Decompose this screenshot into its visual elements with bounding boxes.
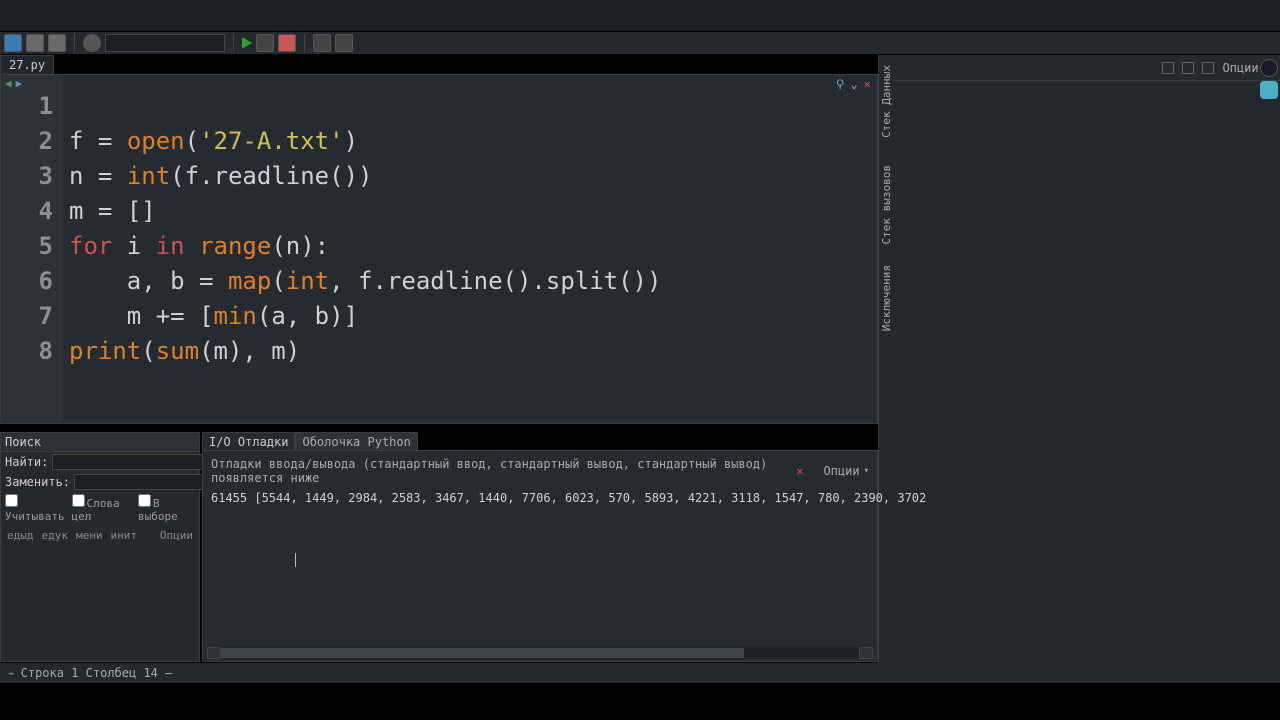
open-icon[interactable]	[4, 34, 22, 52]
tab-exceptions[interactable]: Исключения	[880, 265, 893, 331]
tab-call-stack[interactable]: Стек вызовов	[880, 165, 893, 244]
panel-icon[interactable]	[1182, 62, 1194, 74]
code-line: n = int(f.readline())	[69, 162, 372, 190]
nav-fwd-icon[interactable]: ▶	[16, 77, 23, 90]
chk-word[interactable]: Слова цел	[72, 494, 135, 523]
save-all-icon[interactable]	[48, 34, 66, 52]
status-bar: ⌁ Строка 1 Столбец 14 –	[0, 663, 1280, 683]
debug-io-panel: Отладки ввода/вывода (стандартный ввод, …	[202, 450, 878, 662]
pen-icon[interactable]	[1260, 59, 1278, 77]
options-button[interactable]: Опции	[1222, 61, 1258, 75]
search-prev-button[interactable]: едыд	[5, 528, 36, 543]
cursor-position: Строка 1 Столбец 14 –	[21, 666, 173, 680]
search-combo[interactable]	[105, 34, 225, 52]
line-gutter: 12345678	[1, 75, 63, 423]
letterbox-bottom	[0, 683, 1280, 720]
search-panel: Поиск Найти: Заменить: Учитывать Слова ц…	[0, 432, 200, 662]
panel-icon[interactable]	[1162, 62, 1174, 74]
debug-hscroll[interactable]	[207, 647, 873, 659]
main-toolbar	[0, 32, 1280, 54]
right-panel-body	[894, 81, 1280, 680]
init-button[interactable]: инит	[109, 528, 140, 543]
right-sidebar-tabs: Стек Данных Стек вызовов Исключения	[878, 55, 894, 680]
toolbar-separator	[233, 34, 234, 52]
scroll-left-icon[interactable]	[207, 647, 221, 659]
bug-icon[interactable]	[278, 34, 296, 52]
code-line: f = open('27-A.txt')	[69, 127, 358, 155]
bug-icon: ⌁	[8, 667, 15, 680]
replace-label: Заменить:	[5, 475, 70, 489]
toolbar-separator	[304, 34, 305, 52]
scroll-right-icon[interactable]	[859, 647, 873, 659]
debug-icon[interactable]	[256, 34, 274, 52]
code-line: m = []	[69, 197, 156, 225]
debug-header-text: Отладки ввода/вывода (стандартный ввод, …	[211, 457, 796, 485]
nav-back-icon[interactable]: ◀	[5, 77, 12, 90]
code-line: print(sum(m), m)	[69, 337, 300, 365]
tab-data-stack[interactable]: Стек Данных	[880, 65, 893, 138]
stop-icon[interactable]	[313, 34, 331, 52]
right-panel-header: Опции ▾	[894, 55, 1280, 81]
code-line: m += [min(a, b)]	[69, 302, 358, 330]
menubar	[0, 0, 1280, 32]
bottom-tab-bar: I/O Отладки Оболочка Python	[202, 432, 418, 452]
step-icon[interactable]	[335, 34, 353, 52]
tool-icon[interactable]	[1260, 81, 1278, 99]
find-label: Найти:	[5, 455, 48, 469]
save-icon[interactable]	[26, 34, 44, 52]
run-icon[interactable]	[242, 37, 252, 49]
chevron-down-icon[interactable]: ▾	[864, 466, 869, 476]
search-next-button[interactable]: едук	[40, 528, 71, 543]
code-line: a, b = map(int, f.readline().split())	[69, 267, 661, 295]
code-line: for i in range(n):	[69, 232, 329, 260]
code-editor[interactable]: ◀ ▶ ⚲ ⌄ ✕ 12345678 f = open('27-A.txt') …	[0, 74, 878, 424]
toolbar-separator	[74, 34, 75, 52]
text-cursor	[295, 553, 296, 567]
chk-case[interactable]: Учитывать	[5, 494, 68, 523]
search-options-button[interactable]: Опции	[158, 528, 195, 543]
search-title: Поиск	[1, 433, 199, 452]
tab-debug-io[interactable]: I/O Отладки	[202, 432, 295, 452]
clear-icon[interactable]: ✕	[796, 464, 803, 478]
code-area[interactable]: f = open('27-A.txt') n = int(f.readline(…	[63, 75, 877, 423]
search-icon[interactable]	[83, 34, 101, 52]
debug-output-text[interactable]: 61455 [5544, 1449, 2984, 2583, 3467, 144…	[211, 491, 869, 505]
file-tab[interactable]: 27.py	[0, 55, 54, 74]
far-right-toolbar	[1260, 55, 1280, 115]
debug-options-button[interactable]: Опции	[823, 464, 859, 478]
tab-python-shell[interactable]: Оболочка Python	[295, 432, 417, 452]
panel-icon[interactable]	[1202, 62, 1214, 74]
replace-button[interactable]: мени	[74, 528, 105, 543]
chk-selection[interactable]: В выборе	[138, 494, 195, 523]
